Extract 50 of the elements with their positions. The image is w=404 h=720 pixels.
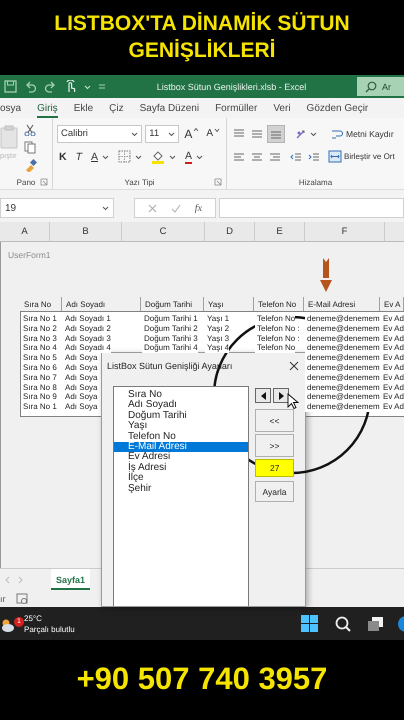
list-cell: Adı Soyadı 4	[63, 343, 111, 354]
list-cell: Ev Ad	[381, 392, 404, 402]
list-cell: Ev Ad	[381, 353, 404, 363]
column-header: A	[0, 222, 50, 241]
column-header: F	[305, 222, 385, 241]
list-cell: Adı Soya	[63, 402, 98, 412]
group-label: Yazı Tipi	[124, 178, 155, 186]
list-cell: Sıra No 5	[21, 353, 57, 363]
column-header: D	[205, 222, 255, 241]
list-cell: Ev Ad	[381, 362, 404, 373]
list-cell: Adı Soya	[63, 382, 98, 392]
list-cell: Ev Ad	[381, 334, 404, 344]
status-text: ır	[0, 594, 6, 604]
column-header: C	[122, 222, 205, 241]
list-cell: Ev Ad	[381, 314, 404, 324]
column-header: B	[50, 222, 122, 241]
list-cell: Sıra No 2	[21, 324, 57, 334]
list-cell: Ev Ad	[381, 343, 404, 354]
video-title: LISTBOX'TA DİNAMİK SÜTUN GENİŞLİKLERİ	[53, 11, 351, 64]
list-cell: Ev Ad	[381, 402, 404, 412]
list-cell: Doğum Tarihi 4	[142, 343, 198, 354]
list-cell: Adı Soya	[63, 392, 98, 402]
weather-condition: Parçalı bulutlu	[24, 624, 75, 634]
list-cell: Adı Soyadı 1	[63, 314, 111, 324]
list-cell: Adı Soya	[63, 372, 98, 383]
list-cell: Doğum Tarihi 1	[142, 314, 198, 324]
column-header: E	[255, 222, 305, 241]
list-cell: Sıra No 9	[21, 392, 57, 402]
list-cell: Sıra No 7	[21, 372, 57, 383]
temperature: 25°C	[24, 612, 43, 624]
list-cell: Doğum Tarihi 3	[142, 334, 198, 344]
list-cell: Adı Soyadı 2	[63, 324, 111, 334]
phone-number: +90 507 740 3957	[76, 660, 328, 698]
list-cell: Sıra No 8	[21, 382, 57, 392]
list-cell: Ev Ad	[381, 382, 404, 392]
list-cell: Adı Soya	[63, 353, 98, 363]
list-cell: Sıra No 1	[21, 402, 57, 412]
window-title: Listbox Sütun Genişlikleri.xlsb - Excel	[156, 82, 306, 92]
list-cell: Doğum Tarihi 2	[142, 324, 198, 334]
list-cell: Adı Soyadı 3	[63, 334, 111, 344]
list-cell: Ev Ad	[381, 324, 404, 334]
list-cell: Adı Soya	[63, 362, 98, 373]
form-title: UserForm1	[8, 250, 51, 260]
list-cell: Ev Ad	[381, 372, 404, 383]
list-cell: Sıra No 4	[21, 343, 57, 354]
list-cell: Sıra No 6	[21, 362, 57, 373]
group-label: Hizalama	[298, 178, 332, 186]
list-cell: Sıra No 1	[21, 314, 57, 324]
list-cell: Sıra No 3	[21, 334, 57, 344]
group-label: Pano	[16, 178, 36, 186]
